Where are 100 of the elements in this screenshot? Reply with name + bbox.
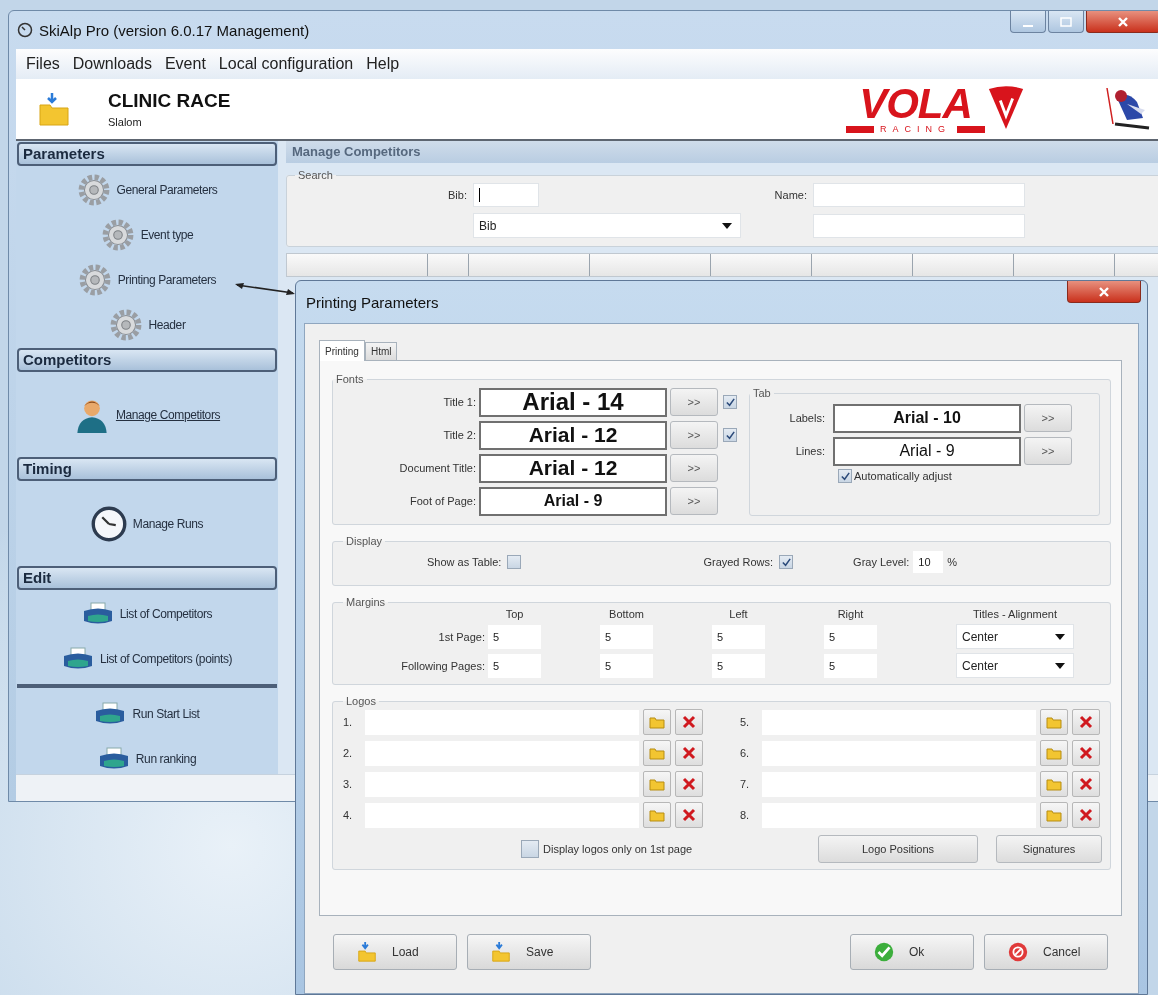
alignment-dropdown[interactable]: Center: [956, 653, 1074, 678]
cross-icon: [1079, 777, 1093, 791]
font-preview: Arial - 10: [833, 403, 1021, 433]
tab[interactable]: Html: [364, 342, 398, 360]
delete-button[interactable]: [1072, 740, 1100, 766]
logo-number: 7.: [740, 778, 751, 790]
group-legend: Margins: [343, 596, 389, 608]
clock-icon: [17, 22, 33, 38]
delete-button[interactable]: [675, 740, 703, 766]
menu-item[interactable]: Files: [26, 55, 60, 73]
sort-dropdown[interactable]: Bib: [473, 213, 741, 238]
sidebar-item[interactable]: Run ranking: [135, 751, 197, 766]
delete-button[interactable]: [1072, 802, 1100, 828]
save-button[interactable]: Save: [467, 934, 591, 970]
sidebar-item[interactable]: Manage Runs: [132, 516, 204, 531]
checkbox[interactable]: [507, 555, 522, 569]
checkbox[interactable]: [838, 469, 852, 483]
margin-field[interactable]: 5: [488, 624, 541, 649]
tab[interactable]: Printing: [319, 340, 365, 361]
field-label: Following Pages:: [400, 659, 486, 672]
bib-field[interactable]: [473, 183, 539, 207]
close-button[interactable]: [1086, 11, 1158, 33]
font-button[interactable]: >>: [1024, 437, 1072, 465]
checkbox-label: Show as Table:: [427, 556, 502, 568]
window-title: SkiAlp Pro (version 6.0.17 Management): [39, 21, 310, 39]
margin-field[interactable]: 5: [600, 653, 653, 678]
clock-icon: [90, 505, 127, 542]
menu-item[interactable]: Downloads: [72, 55, 152, 73]
checkbox[interactable]: [723, 428, 737, 442]
cancel-button[interactable]: Cancel: [984, 934, 1108, 970]
alignment-dropdown[interactable]: Center: [956, 624, 1074, 649]
name-field[interactable]: [813, 183, 1025, 207]
margin-field[interactable]: 5: [824, 653, 877, 678]
dropdown-arrow-icon: [722, 222, 732, 229]
close-button[interactable]: [1067, 281, 1141, 303]
percent-field[interactable]: 10: [913, 551, 944, 573]
maximize-button[interactable]: [1048, 11, 1084, 33]
minimize-button[interactable]: [1010, 11, 1046, 33]
font-button[interactable]: >>: [670, 388, 718, 416]
margin-field[interactable]: 5: [600, 624, 653, 649]
logo-wordmark: VOLA: [859, 84, 972, 124]
delete-button[interactable]: [675, 709, 703, 735]
menu-item[interactable]: Event: [164, 55, 206, 73]
logo-number: 2.: [343, 747, 354, 759]
checkbox-label: Automatically adjust: [854, 470, 952, 482]
margin-field[interactable]: 5: [712, 653, 765, 678]
folder-icon: [649, 715, 665, 729]
delete-button[interactable]: [1072, 771, 1100, 797]
font-button[interactable]: >>: [670, 454, 718, 482]
margin-field[interactable]: 5: [824, 624, 877, 649]
font-preview: Arial - 14: [479, 387, 667, 417]
gear-icon: [108, 307, 143, 342]
sidebar-item[interactable]: List of Competitors (points): [99, 651, 233, 666]
load-button[interactable]: Load: [333, 934, 457, 970]
dialog-button[interactable]: Logo Positions: [818, 835, 978, 863]
font-button[interactable]: >>: [1024, 404, 1072, 432]
checkbox[interactable]: [723, 395, 737, 409]
checkbox[interactable]: [521, 840, 539, 858]
cross-icon: [682, 777, 696, 791]
sidebar-item[interactable]: Run Start List: [132, 706, 200, 721]
logo-number: 3.: [343, 778, 354, 790]
delete-button[interactable]: [675, 771, 703, 797]
sidebar-link[interactable]: Manage Competitors: [115, 407, 221, 422]
section-header: Parameters: [17, 142, 277, 166]
cross-icon: [1079, 808, 1093, 822]
font-button[interactable]: >>: [670, 421, 718, 449]
field-label: Document Title:: [398, 462, 476, 474]
checkbox[interactable]: [779, 555, 794, 569]
delete-button[interactable]: [1072, 709, 1100, 735]
logo-number: 1.: [343, 716, 354, 728]
margin-field[interactable]: 5: [712, 624, 765, 649]
delete-button[interactable]: [675, 802, 703, 828]
dropdown-arrow-icon: [1055, 662, 1065, 669]
group-legend: Search: [295, 169, 336, 181]
margin-field[interactable]: 5: [488, 653, 541, 678]
sidebar-item[interactable]: Header: [148, 317, 186, 332]
cross-icon: [1079, 715, 1093, 729]
search-field[interactable]: [813, 213, 1025, 238]
column-header: Top: [504, 608, 525, 620]
minimize-icon: [1023, 24, 1033, 27]
sidebar-item[interactable]: General Parameters: [116, 182, 218, 197]
checkbox-label: Display logos only on 1st page: [543, 843, 693, 855]
gear-icon: [100, 217, 135, 252]
sidebar-item[interactable]: Event type: [140, 227, 194, 242]
sidebar-item[interactable]: List of Competitors: [119, 606, 213, 621]
group-legend: Tab: [750, 387, 774, 399]
logo-number: 8.: [740, 809, 751, 821]
dialog-button[interactable]: Signatures: [996, 835, 1102, 863]
field-label: Title 2:: [442, 429, 476, 441]
field-label: Title 1:: [442, 396, 476, 408]
menu-item[interactable]: Help: [366, 55, 400, 73]
section-header: Edit: [17, 566, 277, 590]
field-label: Lines:: [794, 445, 825, 457]
folder-icon: [1046, 777, 1062, 791]
ok-button[interactable]: Ok: [850, 934, 974, 970]
sidebar-item[interactable]: Printing Parameters: [117, 272, 217, 287]
folder-icon: [1046, 746, 1062, 760]
check-icon: [873, 941, 895, 963]
menu-item[interactable]: Local configuration: [218, 55, 354, 73]
font-button[interactable]: >>: [670, 487, 718, 515]
